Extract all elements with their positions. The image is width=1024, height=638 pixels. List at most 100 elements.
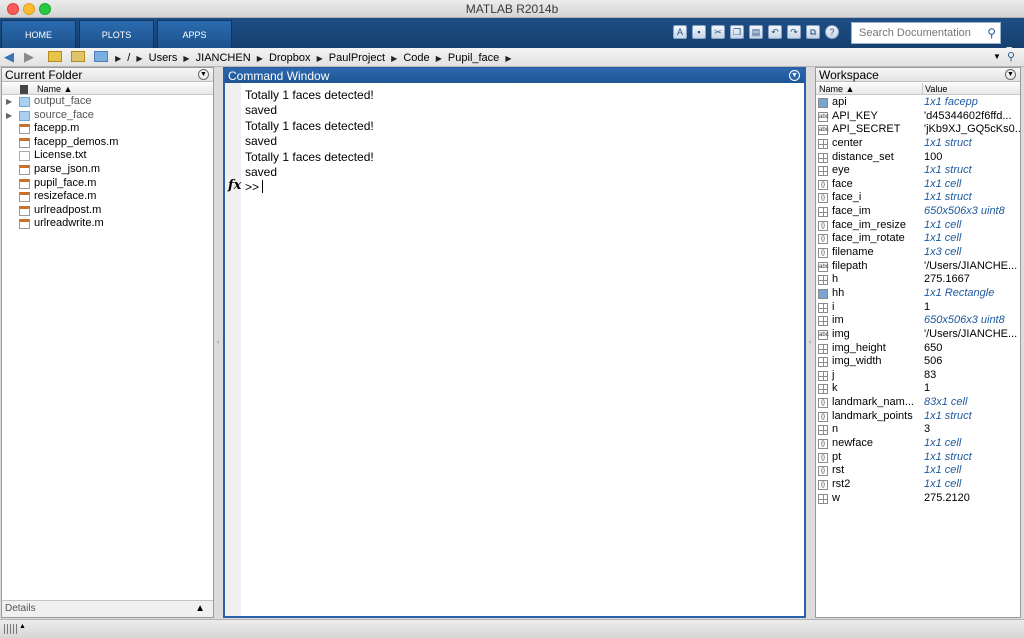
- command-input[interactable]: >>: [245, 180, 264, 194]
- list-item[interactable]: License.txt: [2, 149, 213, 163]
- command-gutter: [225, 83, 241, 616]
- cut-icon[interactable]: ✂: [711, 25, 725, 39]
- list-item[interactable]: ▶ source_face: [2, 109, 213, 123]
- variable-name: im: [832, 314, 844, 327]
- table-row[interactable]: j 83: [816, 369, 1020, 383]
- redo-icon[interactable]: ↷: [787, 25, 801, 39]
- panel-menu-icon[interactable]: ▼: [198, 69, 209, 80]
- name-column-label[interactable]: Name ▲: [37, 83, 72, 95]
- expand-arrow-icon[interactable]: ▶: [6, 109, 12, 123]
- table-row[interactable]: k1: [816, 382, 1020, 396]
- list-item[interactable]: parse_json.m: [2, 163, 213, 177]
- table-row[interactable]: abc API_SECRET 'jKb9XJ_GQ5cKs0...: [816, 123, 1020, 137]
- crumb-code[interactable]: Code: [403, 52, 429, 64]
- list-item[interactable]: resizeface.m: [2, 190, 213, 204]
- variable-name: filepath: [832, 259, 868, 272]
- crumb-dropbox[interactable]: Dropbox: [269, 52, 311, 64]
- table-row[interactable]: h 275.1667: [816, 273, 1020, 287]
- table-row[interactable]: w 275.2120: [816, 492, 1020, 506]
- tab-apps[interactable]: APPS: [157, 20, 232, 48]
- search-documentation[interactable]: ⚲: [851, 22, 1001, 44]
- crumb-separator-icon: ▶: [136, 54, 143, 63]
- status-grip-icon[interactable]: [4, 624, 18, 634]
- file-name: urlreadpost.m: [34, 203, 102, 216]
- panel-menu-icon[interactable]: ▼: [789, 70, 800, 81]
- table-row[interactable]: eye 1x1 struct: [816, 164, 1020, 178]
- forward-icon[interactable]: ▶: [24, 50, 34, 64]
- matrix-icon: [818, 302, 828, 313]
- value-column-label[interactable]: Value: [922, 83, 947, 95]
- string-icon: abc: [818, 125, 829, 136]
- copy-icon[interactable]: ❐: [730, 25, 744, 39]
- variable-value: 1x1 struct: [924, 164, 972, 177]
- table-row[interactable]: hh 1x1 Rectangle: [816, 287, 1020, 301]
- back-icon[interactable]: ◀: [4, 50, 14, 64]
- table-row[interactable]: i1: [816, 301, 1020, 315]
- table-row[interactable]: n3: [816, 423, 1020, 437]
- table-row[interactable]: img_height 650: [816, 342, 1020, 356]
- table-row[interactable]: img_width 506: [816, 355, 1020, 369]
- chevron-up-icon[interactable]: ▲: [195, 601, 205, 617]
- table-row[interactable]: {} face 1x1 cell: [816, 178, 1020, 192]
- list-item[interactable]: facepp.m: [2, 122, 213, 136]
- matrix-icon: [818, 166, 828, 177]
- crumb-project[interactable]: PaulProject: [329, 52, 385, 64]
- table-row[interactable]: abc filepath '/Users/JIANCHE...: [816, 260, 1020, 274]
- table-row[interactable]: api 1x1 facepp: [816, 96, 1020, 110]
- table-row[interactable]: abc API_KEY 'd45344602f6ffd...: [816, 110, 1020, 124]
- crumb-current[interactable]: Pupil_face: [448, 52, 499, 64]
- matrix-icon: [818, 152, 828, 163]
- switch-windows-icon[interactable]: ⧉: [806, 25, 820, 39]
- variable-value: 1x1 cell: [924, 232, 962, 245]
- panel-menu-icon[interactable]: ▼: [1005, 69, 1016, 80]
- table-row[interactable]: face_im 650x506x3 uint8: [816, 205, 1020, 219]
- file-name: parse_json.m: [34, 162, 101, 175]
- panel-title: Workspace ▼: [816, 68, 1020, 82]
- search-input[interactable]: [852, 23, 980, 43]
- undo-icon[interactable]: ↶: [768, 25, 782, 39]
- table-row[interactable]: im 650x506x3 uint8: [816, 314, 1020, 328]
- function-browser-icon[interactable]: fx: [228, 178, 241, 193]
- table-row[interactable]: {} face_im_resize 1x1 cell: [816, 219, 1020, 233]
- table-row[interactable]: {} rst 1x1 cell: [816, 464, 1020, 478]
- crumb-user[interactable]: JIANCHEN: [196, 52, 251, 64]
- paste-icon[interactable]: ▤: [749, 25, 763, 39]
- list-item[interactable]: ▶ output_face: [2, 95, 213, 109]
- table-row[interactable]: {} pt 1x1 struct: [816, 451, 1020, 465]
- list-item[interactable]: urlreadwrite.m: [2, 217, 213, 231]
- details-pane[interactable]: Details ▲: [2, 600, 213, 617]
- crumb-users[interactable]: Users: [149, 52, 178, 64]
- chevron-down-icon[interactable]: ▼: [993, 52, 1001, 61]
- search-folder-icon[interactable]: ⚲: [1007, 50, 1015, 63]
- table-row[interactable]: abc img '/Users/JIANCHE...: [816, 328, 1020, 342]
- help-browser-icon[interactable]: A: [673, 25, 687, 39]
- list-item[interactable]: pupil_face.m: [2, 177, 213, 191]
- list-item[interactable]: facepp_demos.m: [2, 136, 213, 150]
- table-row[interactable]: {} rst2 1x1 cell: [816, 478, 1020, 492]
- splitter-handle-icon[interactable]: ‹: [217, 339, 219, 346]
- expand-arrow-icon[interactable]: ▶: [6, 95, 12, 109]
- details-label: Details: [5, 603, 36, 614]
- table-row[interactable]: {} filename 1x3 cell: [816, 246, 1020, 260]
- chevron-up-icon[interactable]: ▲: [19, 623, 26, 630]
- table-row[interactable]: {} face_im_rotate 1x1 cell: [816, 232, 1020, 246]
- m-file-icon: [19, 192, 30, 203]
- table-row[interactable]: distance_set 100: [816, 151, 1020, 165]
- save-icon[interactable]: ▪: [692, 25, 706, 39]
- table-row[interactable]: {} newface 1x1 cell: [816, 437, 1020, 451]
- up-folder-icon[interactable]: [48, 51, 62, 62]
- browse-folder-icon[interactable]: [71, 51, 85, 62]
- tab-home[interactable]: HOME: [1, 20, 76, 48]
- column-header[interactable]: Name ▲: [2, 83, 213, 95]
- table-row[interactable]: {} landmark_points 1x1 struct: [816, 410, 1020, 424]
- table-row[interactable]: {} landmark_nam... 83x1 cell: [816, 396, 1020, 410]
- crumb-root[interactable]: /: [127, 52, 130, 64]
- table-row[interactable]: center 1x1 struct: [816, 137, 1020, 151]
- splitter-handle-icon[interactable]: ‹: [809, 339, 811, 346]
- help-icon[interactable]: ?: [825, 25, 839, 39]
- tab-plots[interactable]: PLOTS: [79, 20, 154, 48]
- list-item[interactable]: urlreadpost.m: [2, 204, 213, 218]
- search-icon[interactable]: ⚲: [987, 26, 996, 40]
- table-row[interactable]: {} face_i 1x1 struct: [816, 191, 1020, 205]
- name-column-label[interactable]: Name ▲: [819, 83, 854, 95]
